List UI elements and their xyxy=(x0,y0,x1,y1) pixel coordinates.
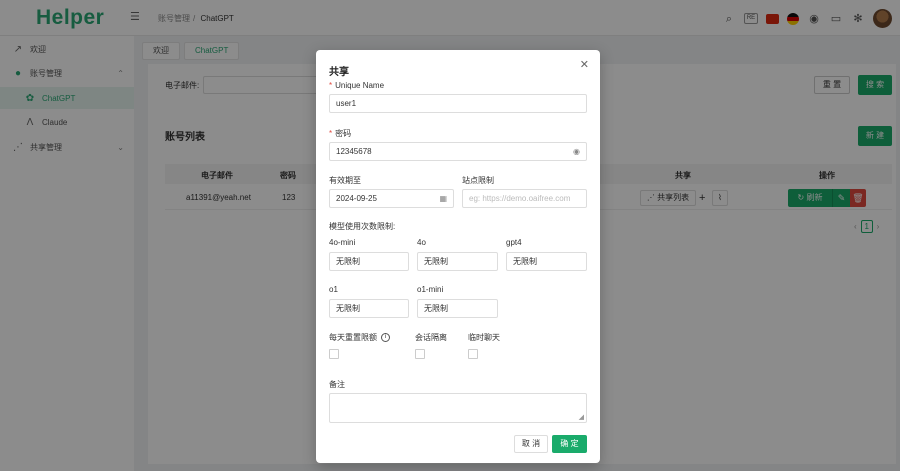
expiry-label: 有效期至 xyxy=(329,176,361,185)
note-textarea[interactable]: ◢ xyxy=(329,393,587,423)
model-limit-o1[interactable]: 无限制 xyxy=(329,299,409,318)
note-label: 备注 xyxy=(329,380,345,389)
expiry-value: 2024-09-25 xyxy=(336,194,377,203)
model-limit-o1-mini[interactable]: 无限制 xyxy=(417,299,498,318)
daily-reset-label: 每天重置限额 i xyxy=(329,332,390,343)
model-limit-label: 模型使用次数限制: xyxy=(329,222,396,231)
expiry-date-picker[interactable]: 2024-09-25 ▦ xyxy=(329,189,454,208)
unique-name-label: * Unique Name xyxy=(329,81,385,90)
model-name-4o-mini: 4o-mini xyxy=(329,238,356,247)
site-limit-label: 站点限制 xyxy=(462,176,494,185)
session-isolation-checkbox[interactable] xyxy=(415,349,425,359)
model-name-o1-mini: o1-mini xyxy=(417,285,444,294)
calendar-icon: ▦ xyxy=(439,194,447,203)
unique-name-input[interactable]: user1 xyxy=(329,94,587,113)
daily-reset-checkbox[interactable] xyxy=(329,349,339,359)
model-limit-4o[interactable]: 无限制 xyxy=(417,252,498,271)
model-limit-gpt4[interactable]: 无限制 xyxy=(506,252,587,271)
password-label: * 密码 xyxy=(329,129,352,138)
session-isolation-label: 会话隔离 xyxy=(415,333,447,342)
ok-button[interactable]: 确 定 xyxy=(552,435,587,453)
temp-chat-label: 临时聊天 xyxy=(468,333,500,342)
model-limit-4o-mini[interactable]: 无限制 xyxy=(329,252,409,271)
eye-icon[interactable]: ◉ xyxy=(573,143,580,160)
model-name-gpt4: gpt4 xyxy=(506,238,522,247)
model-name-4o: 4o xyxy=(417,238,426,247)
info-icon[interactable]: i xyxy=(381,333,390,343)
temp-chat-checkbox[interactable] xyxy=(468,349,478,359)
password-input[interactable]: 12345678 ◉ xyxy=(329,142,587,161)
resize-handle-icon[interactable]: ◢ xyxy=(579,413,584,421)
close-icon[interactable]: ✕ xyxy=(580,60,589,71)
dialog-title: 共享 xyxy=(329,67,349,78)
site-limit-input[interactable]: eg: https://demo.oaifree.com xyxy=(462,189,587,208)
share-dialog: 共享 ✕ * Unique Name user1 * 密码 12345678 ◉ 有… xyxy=(316,50,600,463)
cancel-button[interactable]: 取 消 xyxy=(514,435,548,453)
model-name-o1: o1 xyxy=(329,285,338,294)
password-value: 12345678 xyxy=(336,147,372,156)
